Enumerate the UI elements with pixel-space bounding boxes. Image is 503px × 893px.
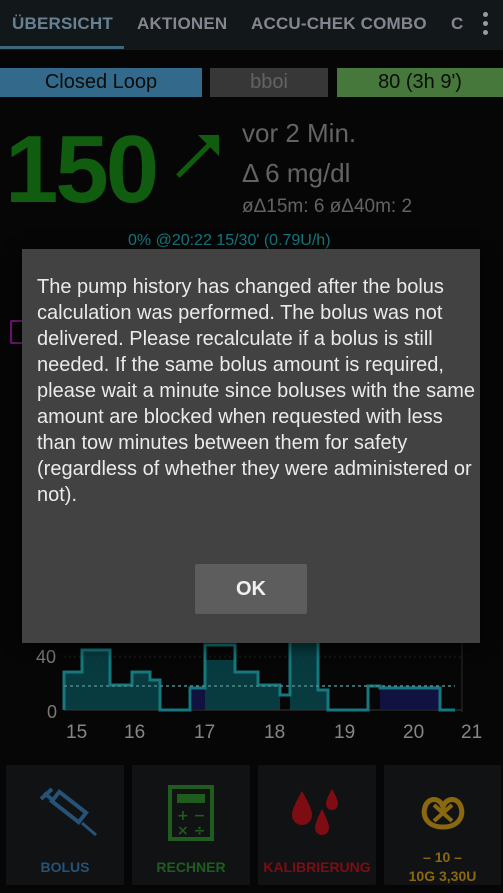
dialog-message: The pump history has changed after the b… [37,276,476,506]
ok-button[interactable]: OK [195,564,307,614]
pump-history-changed-dialog: The pump history has changed after the b… [22,249,480,643]
